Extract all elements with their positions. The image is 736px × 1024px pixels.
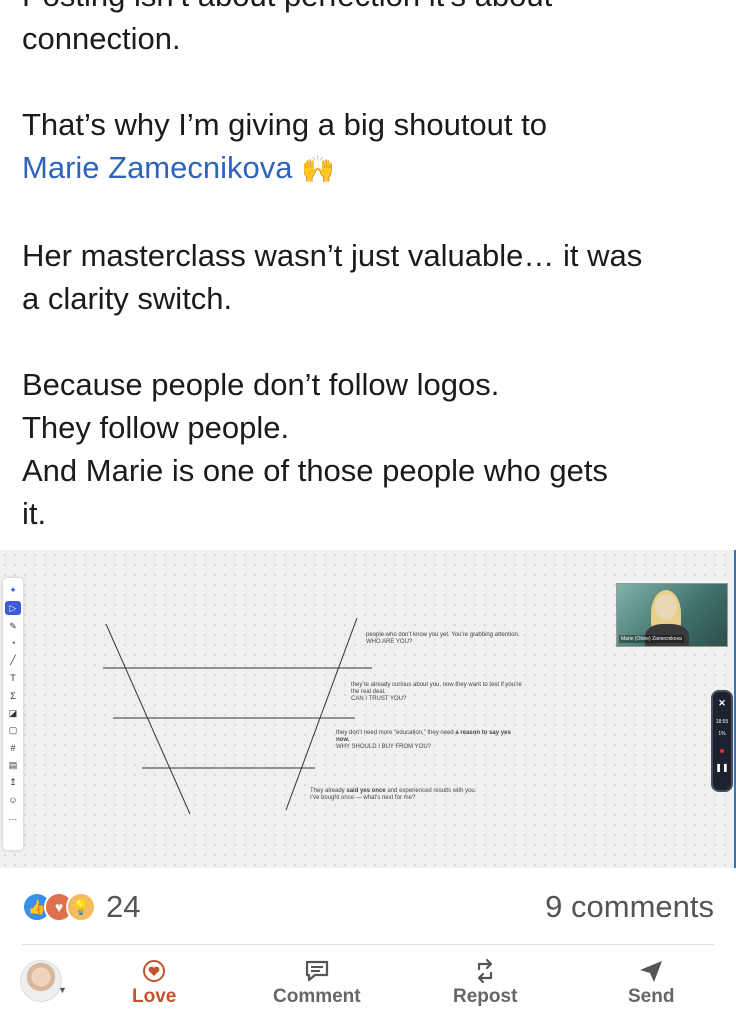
love-button[interactable]: Love	[132, 956, 176, 1008]
insightful-icon: 💡	[66, 892, 96, 922]
post-line: And Marie is one of those people who get…	[22, 453, 608, 488]
love-label: Love	[132, 986, 177, 1007]
recording-panel: ✕ 18:55 1% ❚❚	[711, 690, 733, 792]
post-line: That’s why I’m giving a big shoutout to	[22, 107, 547, 142]
funnel-note-4: They already said yes once and experienc…	[310, 788, 477, 801]
post-line: a clarity switch.	[22, 281, 233, 316]
video-thumbnail: Marie (Olivie) Zamecnikova	[616, 583, 728, 647]
send-label: Send	[628, 986, 675, 1007]
funnel-note-3: they don’t need more “education,” they n…	[336, 730, 511, 750]
post-image[interactable]: ✦ ▷ ✎ ◔ ╱ T Σ ◪ ▢ # ▤ ↥ ☺ … people who d…	[0, 550, 736, 868]
record-dot-icon	[720, 749, 724, 753]
divider	[22, 944, 714, 945]
reactions-summary[interactable]: 👍 ♥ 💡 24	[22, 889, 141, 924]
post-line: They follow people.	[22, 410, 290, 445]
mention-link[interactable]: Marie Zamecnikova	[22, 150, 292, 185]
pause-icon: ❚❚	[715, 763, 729, 772]
post-line: Posting isn’t about perfection it’s abou…	[22, 0, 552, 13]
chevron-down-icon[interactable]: ▼	[58, 985, 67, 995]
video-name-label: Marie (Olivie) Zamecnikova	[619, 635, 684, 643]
funnel-right-edge	[285, 617, 358, 811]
funnel-note-1: people who don’t know you yet. You’re gr…	[366, 632, 520, 645]
post-line: it.	[22, 496, 47, 531]
recording-people: 1%	[718, 731, 726, 737]
post-line: Because people don’t follow logos.	[22, 367, 500, 402]
post-line: Her masterclass wasn’t just valuable… it…	[22, 238, 643, 273]
recording-time: 18:55	[715, 719, 729, 725]
close-icon: ✕	[718, 698, 726, 708]
repost-label: Repost	[453, 986, 518, 1007]
comment-button[interactable]: Comment	[273, 956, 361, 1008]
raised-hands-emoji: 🙌	[301, 154, 335, 184]
comments-count-link[interactable]: 9 comments	[545, 889, 714, 925]
avatar[interactable]	[20, 960, 62, 1002]
post-text: Posting isn’t about perfection it’s abou…	[22, 0, 722, 578]
action-bar: ▼ Love Comment Repost Send	[0, 950, 736, 1024]
post-line: connection.	[22, 21, 181, 56]
send-icon	[637, 956, 665, 986]
funnel-left-edge	[105, 623, 191, 815]
reaction-count: 24	[106, 889, 141, 924]
love-icon	[142, 956, 166, 986]
send-button[interactable]: Send	[628, 956, 674, 1008]
comment-icon	[303, 956, 331, 986]
repost-icon	[472, 956, 498, 986]
funnel-note-2: they’re already curious about you, now t…	[351, 682, 522, 702]
comment-label: Comment	[273, 986, 361, 1007]
repost-button[interactable]: Repost	[453, 956, 517, 1008]
